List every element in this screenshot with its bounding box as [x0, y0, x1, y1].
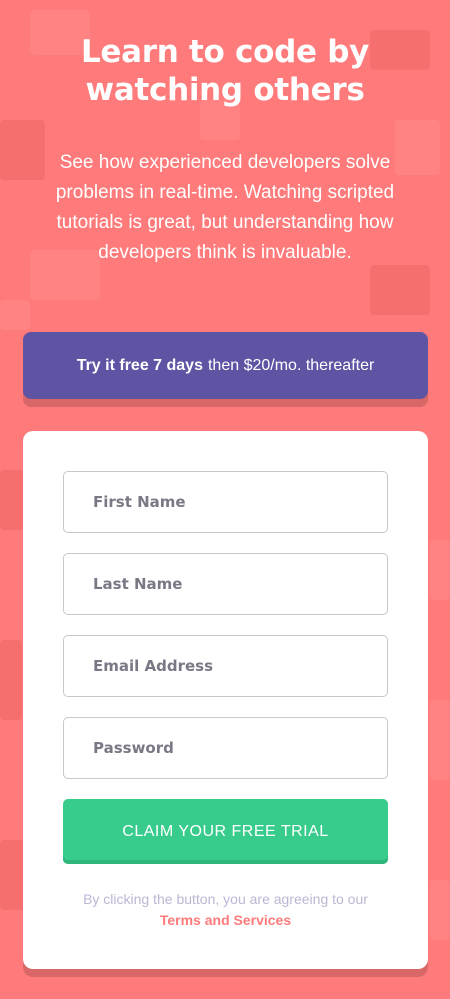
terms-notice: By clicking the button, you are agreeing… — [63, 889, 388, 931]
promo-rest: then $20/mo. thereafter — [207, 356, 375, 374]
last-name-input[interactable] — [63, 553, 388, 615]
promo-bold: Try it free 7 days — [76, 356, 203, 374]
promo-banner: Try it free 7 days then $20/mo. thereaft… — [23, 332, 428, 399]
hero-title: Learn to code by watching others — [80, 34, 370, 108]
terms-text: By clicking the button, you are agreeing… — [83, 891, 368, 907]
claim-trial-button[interactable]: CLAIM YOUR FREE TRIAL — [63, 799, 388, 864]
password-input[interactable] — [63, 717, 388, 779]
terms-link[interactable]: Terms and Services — [63, 910, 388, 931]
first-name-input[interactable] — [63, 471, 388, 533]
hero-description: See how experienced developers solve pro… — [55, 152, 395, 263]
email-input[interactable] — [63, 635, 388, 697]
signup-card: CLAIM YOUR FREE TRIAL By clicking the bu… — [23, 431, 428, 969]
